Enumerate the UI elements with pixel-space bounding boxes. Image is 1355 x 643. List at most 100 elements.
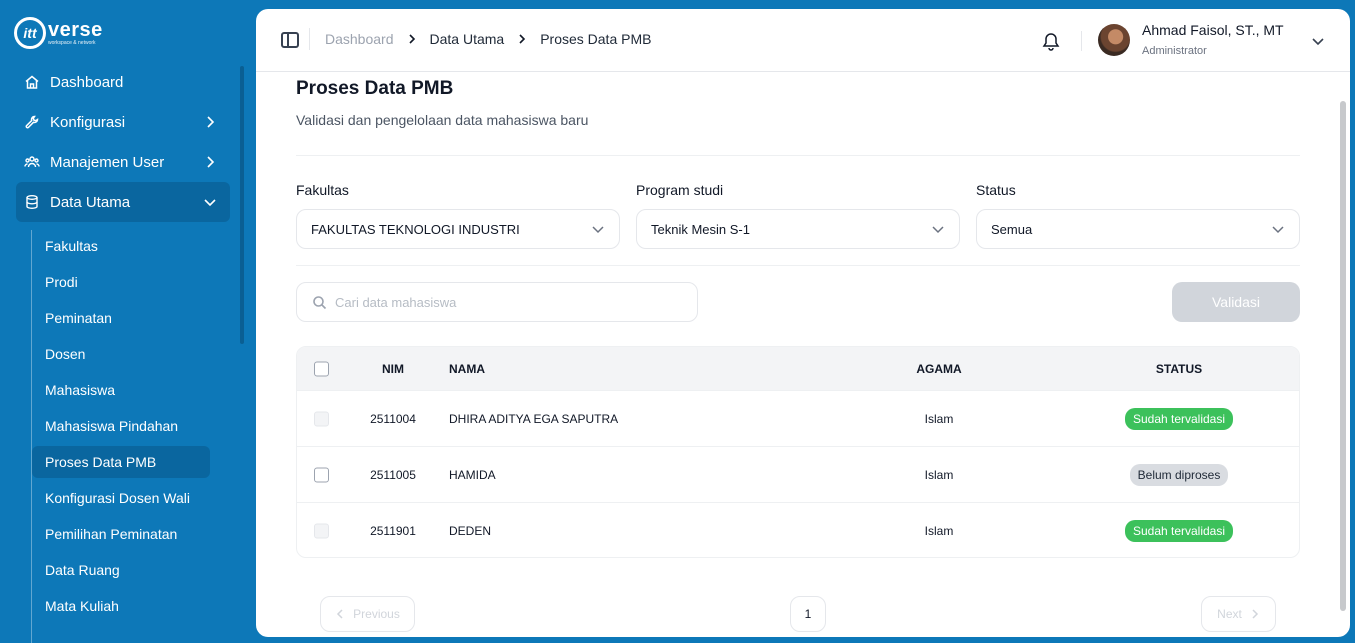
users-icon	[24, 154, 40, 170]
validasi-button[interactable]: Validasi	[1172, 282, 1300, 322]
divider	[1081, 31, 1082, 51]
page-title: Proses Data PMB	[296, 78, 454, 99]
chevron-down-icon	[591, 222, 605, 236]
prodi-label: Program studi	[636, 182, 724, 198]
sidebar-item-konfigurasi[interactable]: Konfigurasi	[16, 102, 230, 142]
students-table: NIM NAMA AGAMA STATUS 2511004 DHIRA ADIT…	[296, 346, 1300, 558]
chevron-down-icon	[1271, 222, 1285, 236]
avatar[interactable]	[1098, 24, 1130, 56]
sidebar-item-manajemen-user[interactable]: Manajemen User	[16, 142, 230, 182]
sidebar-item-konfigurasi-dosen-wali[interactable]: Konfigurasi Dosen Wali	[32, 482, 210, 514]
status-select[interactable]: Semua	[976, 209, 1300, 249]
sidebar-scrollbar[interactable]	[240, 66, 244, 344]
sidebar-item-pemilihan-peminatan[interactable]: Pemilihan Peminatan	[32, 518, 210, 550]
logo-mark: itt	[14, 17, 46, 49]
divider	[296, 155, 1300, 156]
divider	[309, 28, 310, 50]
sidebar-item-dashboard[interactable]: Dashboard	[16, 62, 230, 102]
cell-nim: 2511005	[370, 467, 416, 482]
sidebar-item-peminatan[interactable]: Peminatan	[32, 302, 210, 334]
search-icon	[312, 295, 327, 310]
column-nama: NAMA	[449, 361, 485, 376]
column-status: STATUS	[1155, 361, 1203, 376]
table-row[interactable]: 2511004 DHIRA ADITYA EGA SAPUTRA Islam S…	[297, 390, 1299, 446]
cell-agama: Islam	[924, 523, 954, 538]
chevron-down-icon	[931, 222, 945, 236]
next-label: Next	[1217, 607, 1242, 621]
cell-nama: DEDEN	[449, 523, 492, 538]
fakultas-value: FAKULTAS TEKNOLOGI INDUSTRI	[311, 221, 520, 237]
column-agama: AGAMA	[916, 361, 962, 376]
sidebar-item-mahasiswa-pindahan[interactable]: Mahasiswa Pindahan	[32, 410, 210, 442]
home-icon	[24, 74, 40, 90]
column-nim: NIM	[382, 361, 404, 376]
page-1-button[interactable]: 1	[790, 596, 826, 632]
sidebar-item-mata-kuliah[interactable]: Mata Kuliah	[32, 590, 210, 622]
page-scrollbar[interactable]	[1340, 101, 1346, 611]
sidebar-item-fakultas[interactable]: Fakultas	[32, 230, 210, 262]
prodi-value: Teknik Mesin S-1	[651, 221, 750, 237]
breadcrumb-data-utama[interactable]: Data Utama	[430, 31, 505, 47]
status-value: Semua	[991, 221, 1033, 237]
sidebar-item-data-utama[interactable]: Data Utama	[16, 182, 230, 222]
logo-word: verse	[48, 19, 103, 41]
table-row[interactable]: 2511005 HAMIDA Islam Belum diproses	[297, 446, 1299, 502]
search-box[interactable]	[296, 282, 698, 322]
topbar: Dashboard Data Utama Proses Data PMB Ahm…	[256, 9, 1350, 72]
sidebar-item-mahasiswa[interactable]: Mahasiswa	[32, 374, 210, 406]
chevron-right-icon	[202, 154, 218, 170]
chevron-down-icon	[202, 194, 218, 210]
sidebar-item-proses-data-pmb[interactable]: Proses Data PMB	[32, 446, 210, 478]
table-row[interactable]: 2511901 DEDEN Islam Sudah tervalidasi	[297, 502, 1299, 557]
user-name[interactable]: Ahmad Faisol, ST., MT	[1142, 22, 1284, 38]
sidebar: itt verse workspace & network Dashboard …	[0, 0, 256, 643]
row-checkbox-disabled	[314, 523, 329, 538]
logo-tagline: workspace & network	[48, 40, 96, 46]
main-panel: Dashboard Data Utama Proses Data PMB Ahm…	[256, 9, 1350, 637]
sidebar-toggle-icon[interactable]	[281, 32, 299, 48]
sidebar-item-label: Manajemen User	[50, 153, 165, 171]
chevron-left-icon	[337, 609, 343, 619]
prodi-select[interactable]: Teknik Mesin S-1	[636, 209, 960, 249]
previous-button[interactable]: Previous	[320, 596, 415, 632]
cell-nama: DHIRA ADITYA EGA SAPUTRA	[449, 411, 619, 426]
chevron-right-icon	[202, 114, 218, 130]
sidebar-item-prodi[interactable]: Prodi	[32, 266, 210, 298]
cell-agama: Islam	[924, 411, 954, 426]
previous-label: Previous	[353, 607, 400, 621]
select-all-checkbox[interactable]	[314, 361, 329, 376]
chevron-right-icon	[406, 33, 418, 45]
sidebar-item-label: Dashboard	[50, 73, 124, 91]
table-header: NIM NAMA AGAMA STATUS	[297, 347, 1299, 390]
sidebar-item-label: Data Utama	[50, 193, 131, 211]
database-icon	[24, 194, 40, 210]
divider	[296, 265, 1300, 266]
sidebar-submenu-data-utama: Fakultas Prodi Peminatan Dosen Mahasiswa…	[31, 230, 231, 643]
bell-icon[interactable]	[1042, 31, 1060, 51]
wrench-icon	[24, 114, 40, 130]
app-logo[interactable]: itt verse workspace & network	[14, 16, 103, 50]
chevron-right-icon	[1252, 609, 1258, 619]
cell-agama: Islam	[924, 467, 954, 482]
user-role: Administrator	[1142, 45, 1207, 57]
chevron-down-icon[interactable]	[1310, 33, 1326, 49]
breadcrumb-dashboard[interactable]: Dashboard	[325, 31, 394, 47]
row-checkbox[interactable]	[314, 467, 329, 482]
fakultas-label: Fakultas	[296, 182, 349, 198]
sidebar-nav: Dashboard Konfigurasi Manajemen User Dat…	[16, 62, 230, 222]
sidebar-item-dosen[interactable]: Dosen	[32, 338, 210, 370]
cell-nim: 2511004	[370, 411, 416, 426]
breadcrumb-current: Proses Data PMB	[540, 31, 652, 47]
status-badge: Sudah tervalidasi	[1124, 407, 1234, 430]
sidebar-item-label: Konfigurasi	[50, 113, 126, 131]
search-input[interactable]	[335, 291, 675, 313]
breadcrumb: Dashboard Data Utama Proses Data PMB	[325, 31, 651, 47]
sidebar-item-data-ruang[interactable]: Data Ruang	[32, 554, 210, 586]
status-label: Status	[976, 182, 1016, 198]
next-button[interactable]: Next	[1201, 596, 1276, 632]
cell-nama: HAMIDA	[449, 467, 496, 482]
row-checkbox-disabled	[314, 411, 329, 426]
chevron-right-icon	[516, 33, 528, 45]
page-subtitle: Validasi dan pengelolaan data mahasiswa …	[296, 112, 589, 128]
fakultas-select[interactable]: FAKULTAS TEKNOLOGI INDUSTRI	[296, 209, 620, 249]
